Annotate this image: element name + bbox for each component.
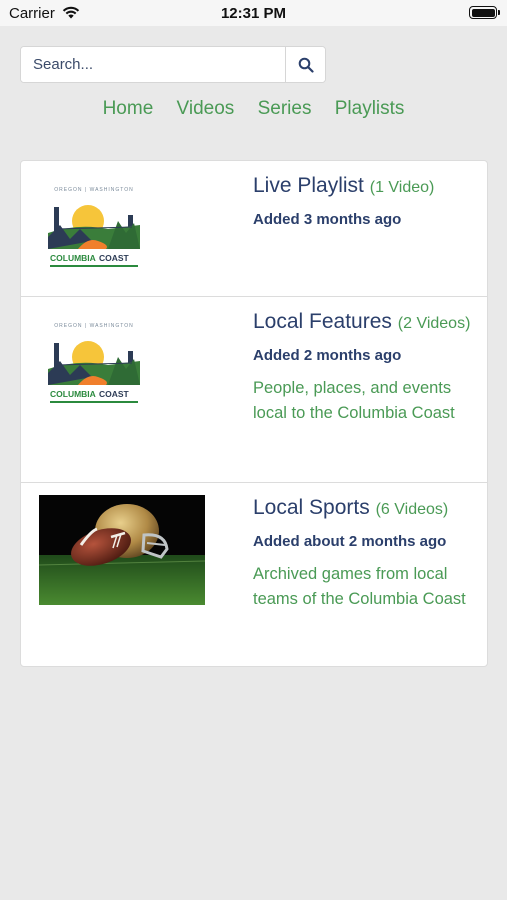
nav-playlists[interactable]: Playlists — [335, 98, 405, 119]
video-count: (1 Video) — [369, 179, 435, 196]
playlist-title[interactable]: Local Sports — [253, 496, 370, 519]
search-input[interactable] — [21, 47, 285, 82]
playlist-title-line: Local Features (2 Videos) — [253, 309, 475, 337]
playlist-info: Local Features (2 Videos) Added 2 months… — [253, 309, 475, 425]
added-date: Added 2 months ago — [253, 347, 402, 364]
playlist-title[interactable]: Local Features — [253, 310, 392, 333]
playlist-description: People, places, and events local to the … — [253, 379, 455, 422]
logo-region-text: OREGON | WASHINGTON — [54, 187, 133, 193]
playlist-info: Live Playlist (1 Video) Added 3 months a… — [253, 173, 475, 231]
nav-series[interactable]: Series — [258, 98, 312, 119]
clock: 12:31 PM — [220, 5, 287, 22]
playlist-title-line: Local Sports (6 Videos) — [253, 495, 475, 523]
logo-region-text: OREGON | WASHINGTON — [54, 323, 133, 329]
playlist-title-line: Live Playlist (1 Video) — [253, 173, 475, 201]
video-count: (2 Videos) — [397, 315, 471, 332]
video-count: (6 Videos) — [375, 501, 449, 518]
playlist-row[interactable]: OREGON | WASHINGTON COLUMBIA COAST Local… — [21, 297, 487, 483]
playlist-row[interactable]: Local Sports (6 Videos) Added about 2 mo… — [21, 483, 487, 667]
nav-home[interactable]: Home — [103, 98, 154, 119]
nav-videos[interactable]: Videos — [177, 98, 235, 119]
logo-brand-b: COAST — [99, 389, 130, 399]
logo-brand-a: COLUMBIA — [50, 389, 96, 399]
added-date: Added about 2 months ago — [253, 533, 447, 550]
battery-icon — [469, 6, 500, 19]
main-nav: Home Videos Series Playlists — [0, 98, 507, 120]
playlist-description: Archived games from local teams of the C… — [253, 565, 466, 608]
football-helmet-image — [39, 495, 205, 605]
status-bar: Carrier 12:31 PM — [0, 0, 507, 26]
search-icon — [298, 57, 314, 73]
columbia-coast-logo: OREGON | WASHINGTON COLUMBIA COAST — [48, 187, 140, 267]
logo-brand-a: COLUMBIA — [50, 253, 96, 263]
added-date: Added 3 months ago — [253, 211, 402, 228]
playlist-info: Local Sports (6 Videos) Added about 2 mo… — [253, 495, 475, 611]
columbia-coast-logo: OREGON | WASHINGTON COLUMBIA COAST — [48, 323, 140, 403]
search-button[interactable] — [285, 47, 325, 82]
search-bar — [20, 46, 326, 83]
playlist-row[interactable]: OREGON | WASHINGTON COLUMBIA COAST Live … — [21, 161, 487, 297]
playlist-list: OREGON | WASHINGTON COLUMBIA COAST Live … — [20, 160, 488, 667]
logo-brand-b: COAST — [99, 253, 130, 263]
playlist-title[interactable]: Live Playlist — [253, 174, 364, 197]
